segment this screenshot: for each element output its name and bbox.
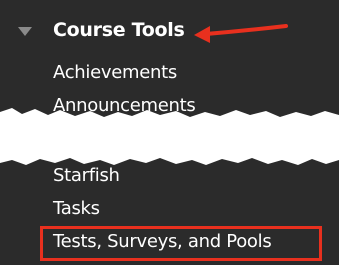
red-arrow-annotation: [194, 24, 288, 43]
triangle-down-icon[interactable]: [18, 27, 32, 37]
menu-item-tasks[interactable]: Tasks: [53, 198, 100, 219]
highlight-annotation: [40, 226, 322, 261]
torn-edge: [0, 108, 339, 130]
menu-item-starfish[interactable]: Starfish: [53, 165, 120, 186]
menu-item-achievements[interactable]: Achievements: [53, 62, 177, 83]
course-tools-title[interactable]: Course Tools: [53, 19, 185, 41]
torn-edge: [0, 148, 339, 165]
